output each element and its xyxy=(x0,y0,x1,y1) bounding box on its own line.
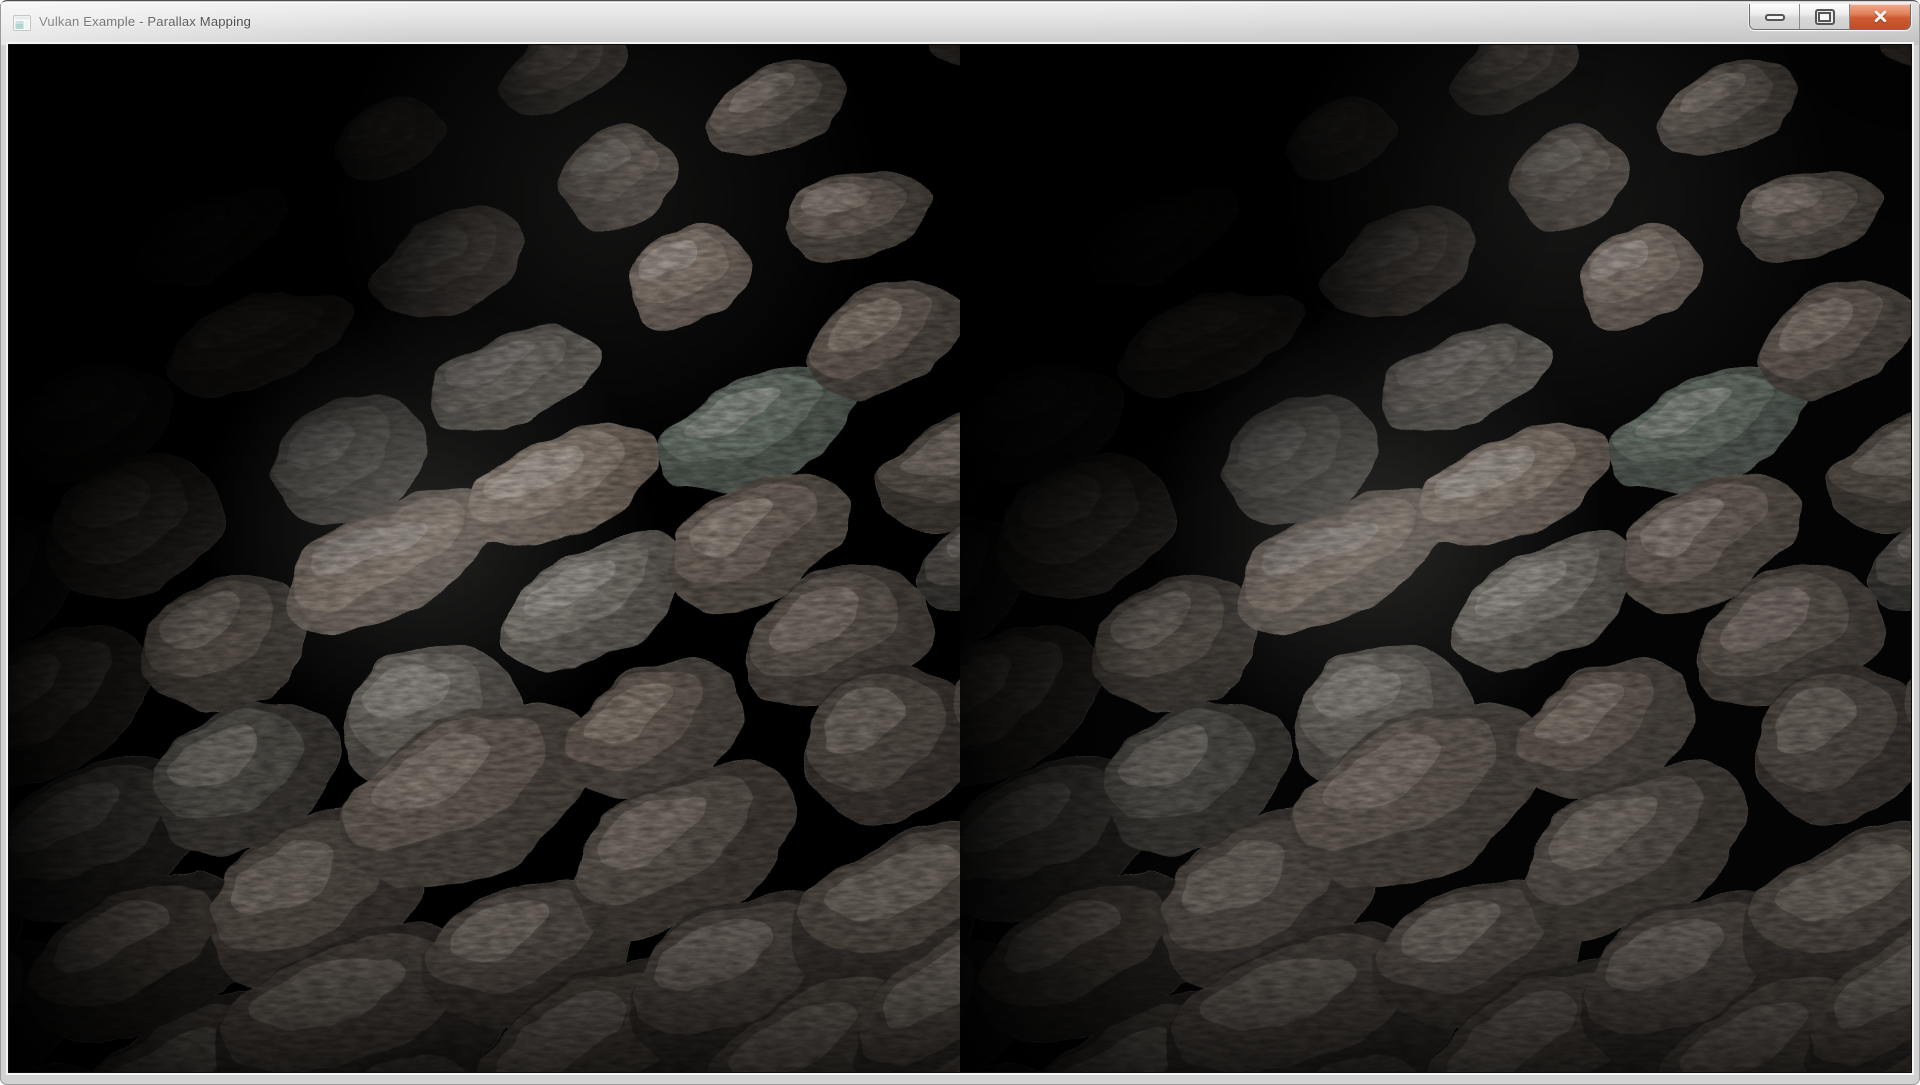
application-icon xyxy=(13,15,31,31)
app-icon xyxy=(13,15,31,31)
minimize-icon xyxy=(1765,14,1785,21)
render-panel-right[interactable] xyxy=(960,45,1911,1072)
minimize-button[interactable] xyxy=(1750,4,1800,29)
titlebar[interactable]: Vulkan Example - Parallax Mapping xyxy=(1,2,1919,45)
window-title: Vulkan Example - Parallax Mapping xyxy=(39,14,251,29)
vulkan-example-window: Vulkan Example - Parallax Mapping xyxy=(0,0,1920,1085)
close-button[interactable] xyxy=(1850,4,1910,29)
window-controls xyxy=(1749,4,1911,30)
rock-scene-svg xyxy=(9,45,960,1072)
maximize-icon xyxy=(1815,9,1835,25)
render-panel-left[interactable] xyxy=(9,45,960,1072)
close-icon xyxy=(1874,10,1887,23)
rock-scene-svg xyxy=(960,45,1911,1072)
maximize-button[interactable] xyxy=(1800,4,1850,29)
render-area xyxy=(9,45,1911,1072)
